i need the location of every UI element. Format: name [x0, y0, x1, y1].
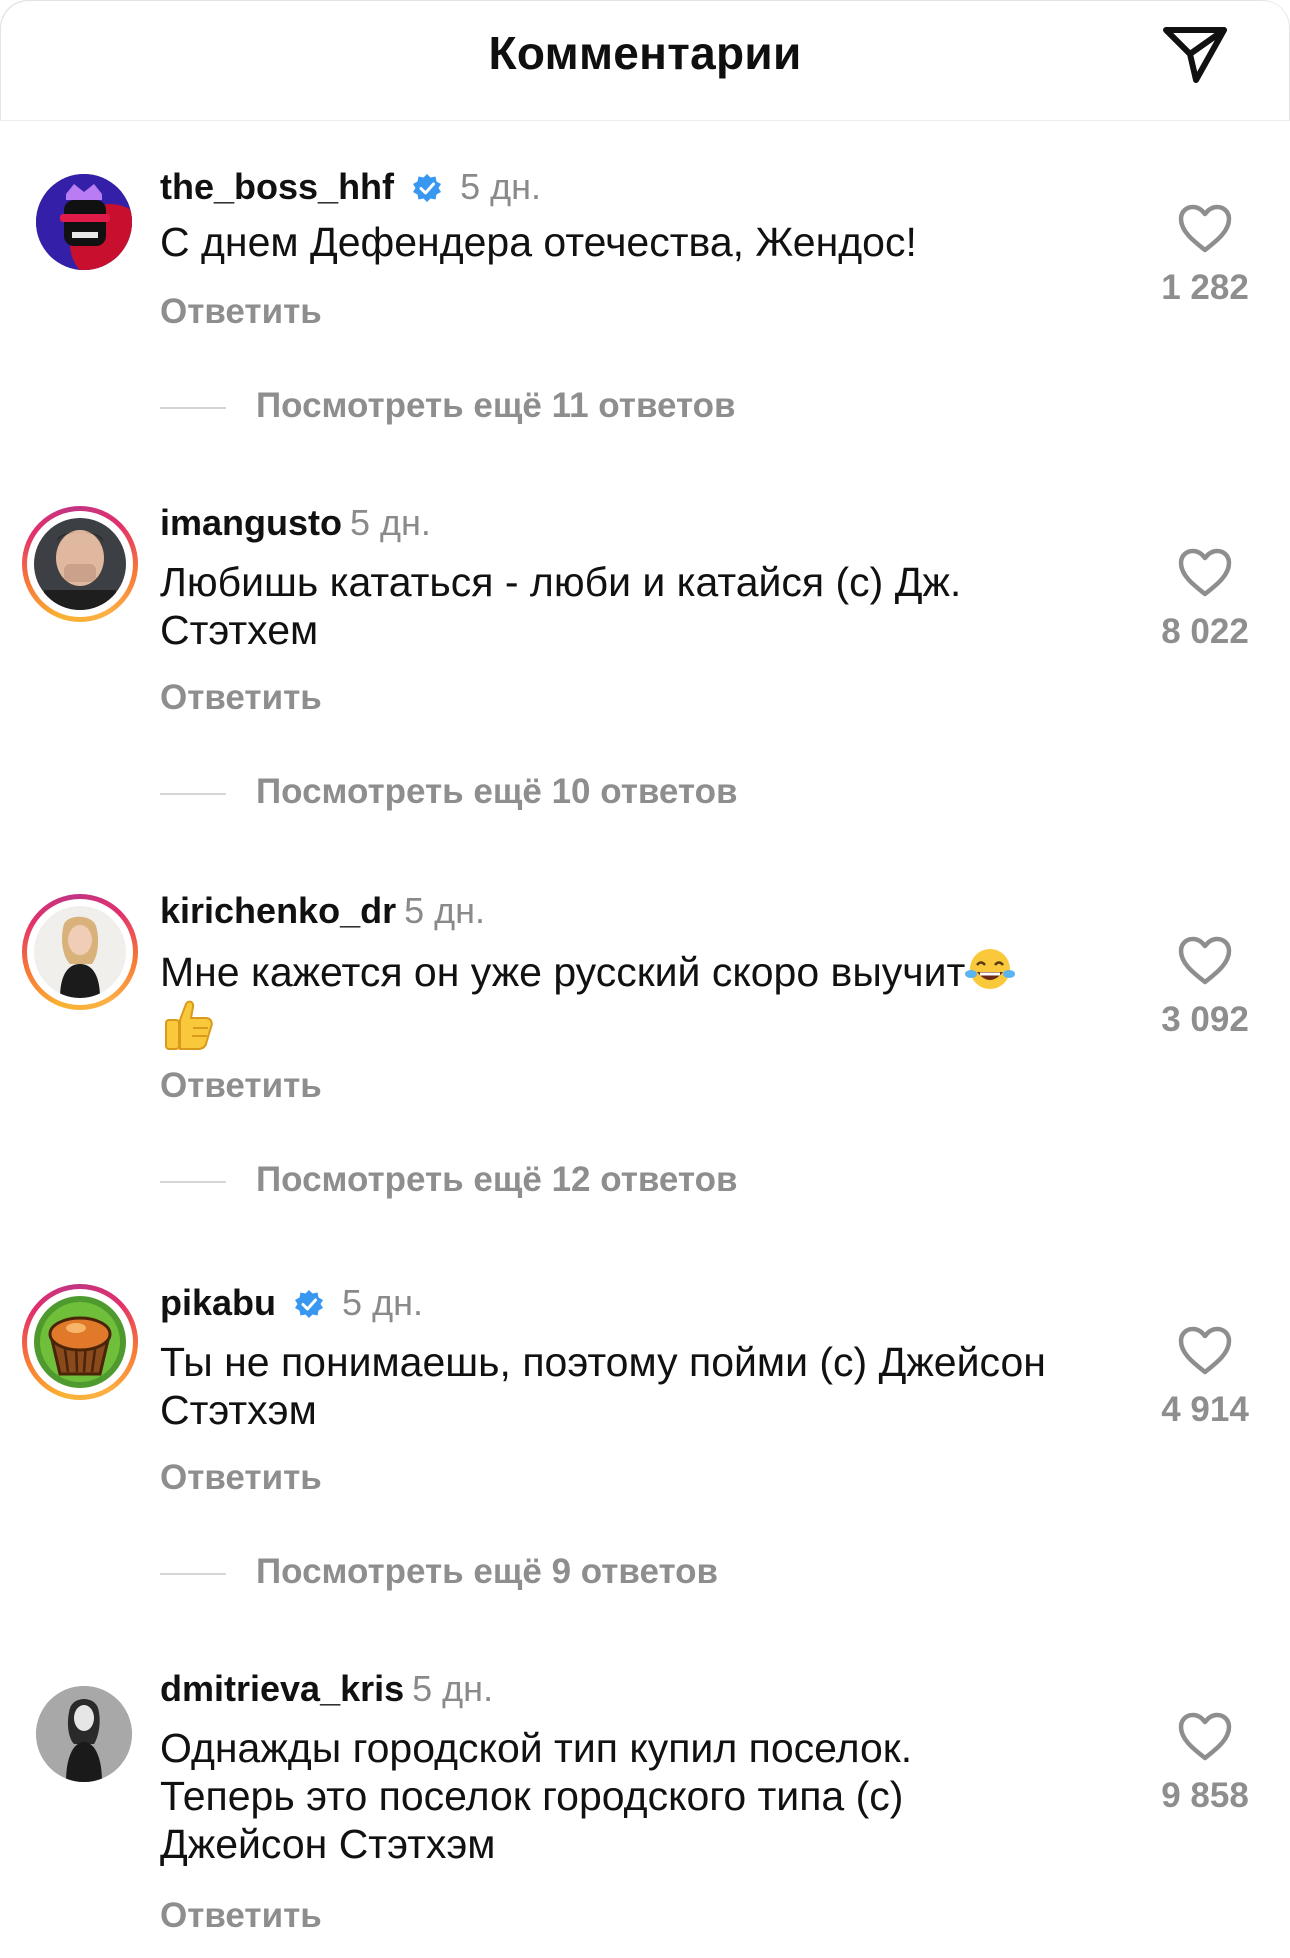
avatar-image — [34, 906, 126, 998]
reply-button[interactable]: Ответить — [160, 1896, 322, 1936]
avatar[interactable] — [22, 894, 138, 1010]
comment-meta: pikabu 5 дн. — [160, 1282, 423, 1324]
like-count: 8 022 — [1161, 612, 1249, 651]
paper-plane-icon[interactable] — [1160, 22, 1230, 86]
heart-icon[interactable] — [1177, 204, 1233, 254]
avatar-image — [34, 518, 126, 610]
reply-button[interactable]: Ответить — [160, 1066, 322, 1106]
heart-icon[interactable] — [1177, 1712, 1233, 1762]
view-more-replies-button[interactable]: Посмотреть ещё 11 ответов — [160, 386, 736, 426]
like-count: 1 282 — [1161, 268, 1249, 307]
verified-badge-icon — [295, 1290, 324, 1318]
comment-time: 5 дн. — [350, 502, 431, 543]
heart-icon[interactable] — [1177, 1326, 1233, 1376]
comment-text: Любишь кататься - люби и катайся (с) Дж.… — [160, 559, 962, 653]
thumbs-up-emoji — [165, 1000, 213, 1050]
comment-meta: imangusto 5 дн. — [160, 502, 431, 544]
replies-divider-line — [160, 1572, 226, 1575]
comment-text: Однажды городской тип купил поселок. Теп… — [160, 1725, 913, 1867]
comment-meta: kirichenko_dr 5 дн. — [160, 890, 485, 932]
heart-icon[interactable] — [1177, 936, 1233, 986]
reply-button[interactable]: Ответить — [160, 678, 322, 718]
view-more-replies-label: Посмотреть ещё 10 ответов — [256, 772, 738, 811]
comment-text: С днем Дефендера отечества, Жендос! — [160, 219, 917, 265]
like-count: 9 858 — [1161, 1776, 1249, 1815]
username[interactable]: kirichenko_dr — [160, 890, 396, 931]
avatar-art — [36, 1686, 132, 1782]
avatar[interactable] — [22, 506, 138, 622]
heart-icon[interactable] — [1177, 548, 1233, 598]
view-more-replies-label: Посмотреть ещё 9 ответов — [256, 1552, 719, 1591]
replies-divider-line — [160, 792, 226, 795]
like-count: 3 092 — [1161, 1000, 1249, 1039]
verified-badge-icon — [413, 174, 442, 202]
username[interactable]: the_boss_hhf — [160, 166, 394, 207]
replies-divider-line — [160, 1180, 226, 1183]
comments-header: Комментарии — [0, 0, 1290, 121]
comment-time: 5 дн. — [460, 166, 541, 207]
avatar[interactable] — [22, 160, 138, 276]
comment-meta: dmitrieva_kris 5 дн. — [160, 1668, 493, 1710]
avatar[interactable] — [22, 1284, 138, 1400]
reply-button[interactable]: Ответить — [160, 292, 322, 332]
page-title: Комментарии — [488, 27, 802, 79]
avatar-art — [34, 1296, 126, 1388]
comment-text: Мне кажется он уже русский скоро выучит — [160, 946, 1120, 1052]
like-count: 4 914 — [1161, 1390, 1249, 1429]
replies-divider-line — [160, 406, 226, 409]
avatar-art — [36, 174, 132, 270]
like-area: 8 022 — [1145, 548, 1265, 652]
avatar-image — [36, 174, 132, 270]
like-area: 1 282 — [1145, 204, 1265, 308]
avatar-image — [36, 1686, 132, 1782]
view-more-replies-button[interactable]: Посмотреть ещё 10 ответов — [160, 772, 738, 812]
comment-time: 5 дн. — [412, 1668, 494, 1709]
tears-of-joy-emoji — [965, 949, 1016, 989]
comments-sheet: Комментарии the_boss_hhf 5 дн. С днем Де… — [0, 0, 1290, 1958]
view-more-replies-label: Посмотреть ещё 12 ответов — [256, 1160, 738, 1199]
view-more-replies-button[interactable]: Посмотреть ещё 9 ответов — [160, 1552, 718, 1592]
comment-time: 5 дн. — [404, 890, 486, 931]
username[interactable]: imangusto — [160, 502, 342, 543]
reply-button[interactable]: Ответить — [160, 1458, 322, 1498]
view-more-replies-button[interactable]: Посмотреть ещё 12 ответов — [160, 1160, 738, 1200]
comment-meta: the_boss_hhf 5 дн. — [160, 166, 541, 208]
comment-text: Ты не понимаешь, поэтому пойми (с) Джейс… — [160, 1339, 1046, 1433]
avatar-art — [34, 906, 126, 998]
comment-time: 5 дн. — [342, 1282, 423, 1323]
username[interactable]: dmitrieva_kris — [160, 1668, 404, 1709]
view-more-replies-label: Посмотреть ещё 11 ответов — [256, 386, 736, 425]
avatar-art — [34, 518, 126, 610]
like-area: 4 914 — [1145, 1326, 1265, 1430]
like-area: 3 092 — [1145, 936, 1265, 1040]
avatar-image — [34, 1296, 126, 1388]
like-area: 9 858 — [1145, 1712, 1265, 1816]
comment-text-body: Мне кажется он уже русский скоро выучит — [160, 949, 966, 995]
username[interactable]: pikabu — [160, 1282, 276, 1323]
avatar[interactable] — [22, 1672, 138, 1788]
